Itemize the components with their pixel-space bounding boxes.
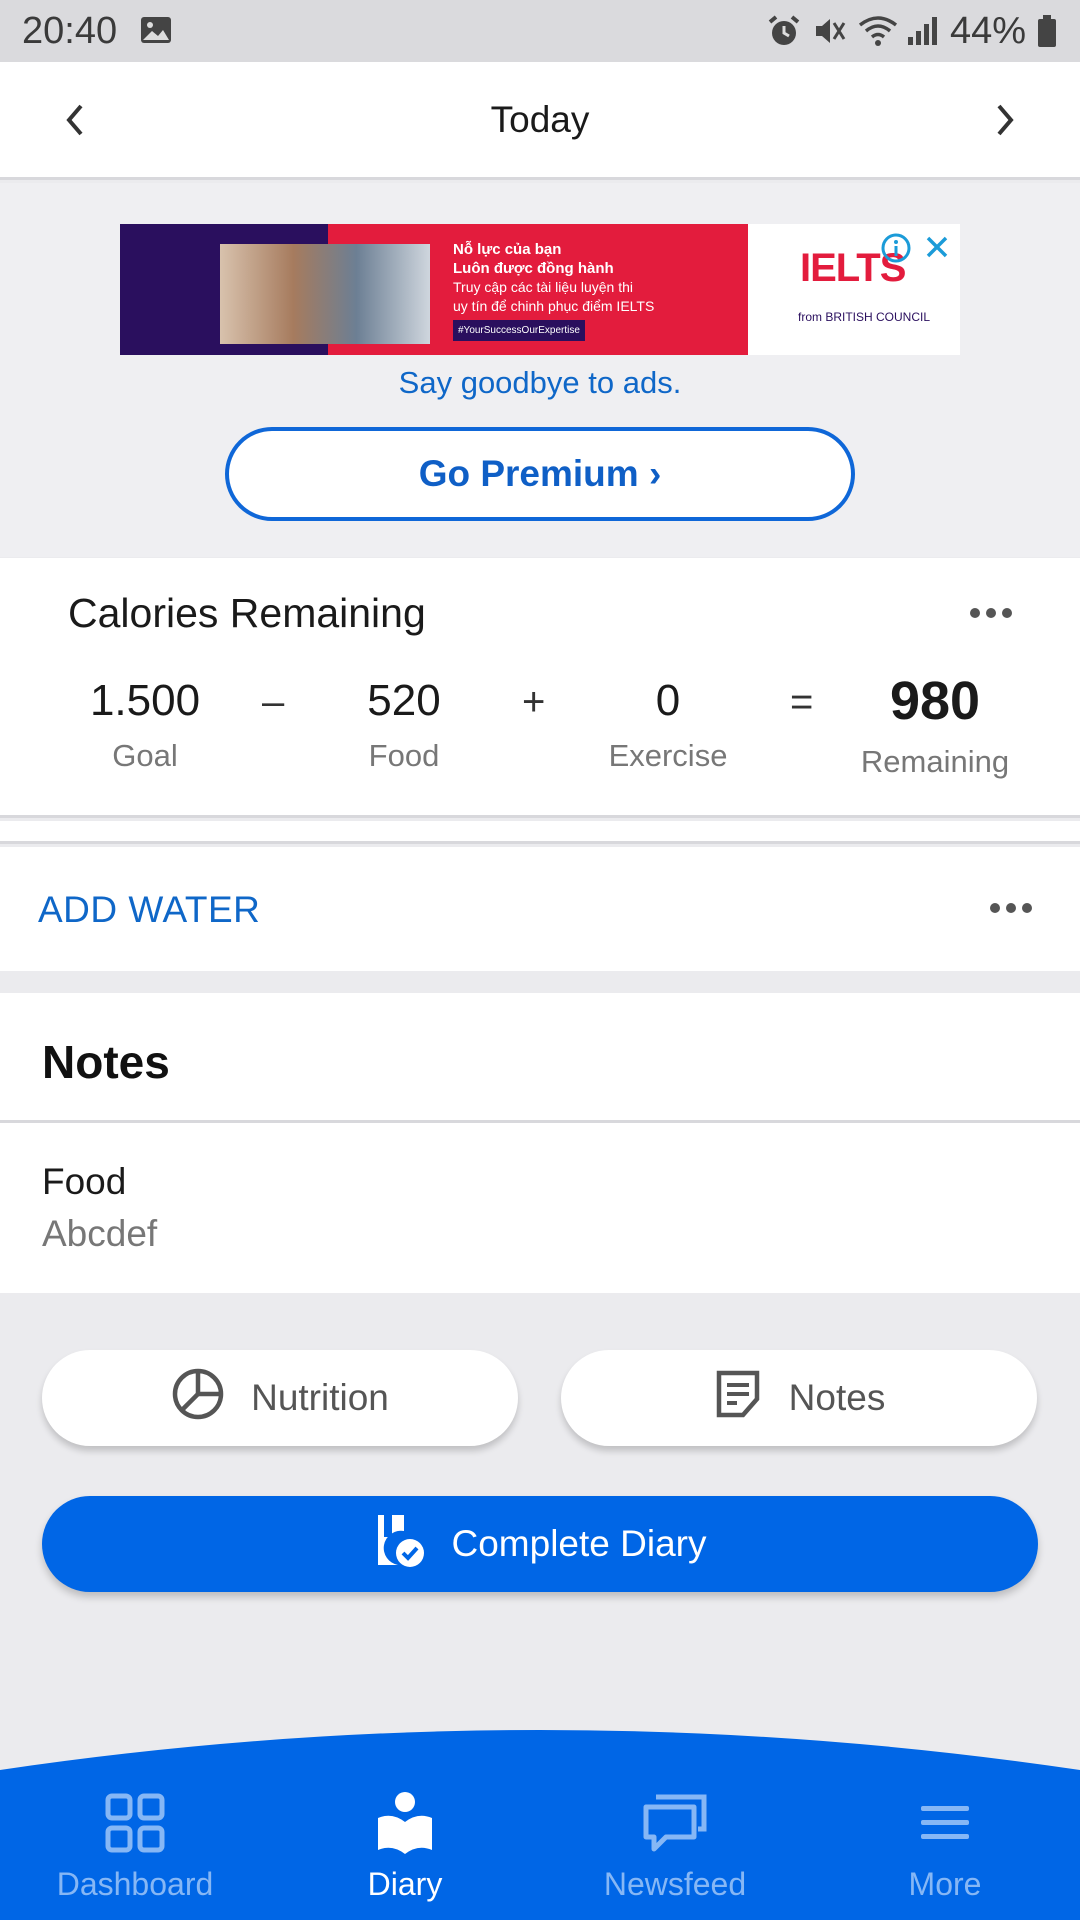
calories-remaining-card: Calories Remaining 1.500 Goal – 520 Food… xyxy=(0,558,1080,818)
calories-more-icon[interactable] xyxy=(970,608,1012,618)
remaining-value: 980 xyxy=(889,671,981,731)
note-text[interactable]: Abcdef xyxy=(42,1213,157,1255)
bottom-navigation: Dashboard Diary Newsfeed More xyxy=(0,1730,1080,1920)
complete-diary-icon xyxy=(374,1511,426,1578)
battery-icon xyxy=(1036,13,1058,49)
nav-more[interactable]: More xyxy=(810,1790,1080,1903)
exercise-value: 0 xyxy=(655,676,681,725)
ad-banner[interactable]: Nỗ lực của bạn Luôn được đồng hành Truy … xyxy=(120,224,960,355)
remaining-column: 980 Remaining xyxy=(850,671,1020,780)
status-bar: 20:40 44% xyxy=(0,0,1080,62)
water-more-icon[interactable] xyxy=(990,903,1032,913)
signal-icon xyxy=(904,13,940,49)
nav-diary[interactable]: Diary xyxy=(270,1790,540,1903)
nutrition-button[interactable]: Nutrition xyxy=(42,1350,518,1446)
food-column: 520 Food xyxy=(344,676,464,774)
notes-section: Notes Food Abcdef xyxy=(0,993,1080,1293)
newsfeed-icon xyxy=(540,1790,810,1856)
ad-free-link[interactable]: Say goodbye to ads. xyxy=(0,365,1080,401)
note-icon xyxy=(713,1369,763,1428)
food-label: Food xyxy=(368,738,440,773)
equals-operator: = xyxy=(790,680,814,724)
plus-operator: + xyxy=(522,680,546,724)
water-section: ADD WATER xyxy=(0,847,1080,971)
date-header: Today xyxy=(0,62,1080,180)
menu-icon xyxy=(810,1790,1080,1856)
note-category[interactable]: Food xyxy=(42,1161,126,1203)
food-value: 520 xyxy=(367,676,441,725)
ad-brand-panel: IELTS from BRITISH COUNCIL xyxy=(748,224,960,355)
battery-percent: 44% xyxy=(949,9,1026,52)
ad-section: Nỗ lực của bạn Luôn được đồng hành Truy … xyxy=(0,183,1080,557)
ad-close-icon[interactable] xyxy=(920,230,954,264)
next-day-button[interactable] xyxy=(978,92,1034,148)
ad-from: from BRITISH COUNCIL xyxy=(798,310,931,324)
nav-newsfeed-label: Newsfeed xyxy=(603,1866,747,1902)
mute-icon xyxy=(812,13,848,49)
calories-title: Calories Remaining xyxy=(68,590,426,636)
nav-more-label: More xyxy=(908,1866,982,1902)
ad-body-2: uy tín để chinh phục điểm IELTS xyxy=(453,298,655,314)
gallery-icon xyxy=(139,13,175,49)
alarm-icon xyxy=(766,13,802,49)
ad-photo xyxy=(220,244,430,344)
nutrition-label: Nutrition xyxy=(251,1377,389,1418)
ad-headline-1: Nỗ lực của bạn xyxy=(453,241,562,258)
ad-headline-2: Luôn được đồng hành xyxy=(453,260,614,277)
go-premium-button[interactable]: Go Premium › xyxy=(225,427,855,521)
page-title: Today xyxy=(490,98,590,140)
status-time: 20:40 xyxy=(22,9,118,52)
remaining-label: Remaining xyxy=(860,744,1010,779)
wifi-icon xyxy=(858,13,898,49)
add-water-button[interactable]: ADD WATER xyxy=(38,889,260,931)
previous-day-button[interactable] xyxy=(46,92,102,148)
complete-diary-label: Complete Diary xyxy=(451,1523,707,1564)
notes-heading: Notes xyxy=(42,1036,170,1088)
ad-left-panel xyxy=(120,224,430,355)
ad-info-icon[interactable] xyxy=(880,232,912,264)
complete-diary-button[interactable]: Complete Diary xyxy=(42,1496,1038,1592)
notes-button[interactable]: Notes xyxy=(561,1350,1037,1446)
notes-label: Notes xyxy=(788,1377,886,1418)
goal-column: 1.500 Goal xyxy=(82,676,208,774)
nav-dashboard-label: Dashboard xyxy=(56,1866,214,1902)
ad-body-1: Truy cập các tài liệu luyện thi xyxy=(453,279,634,295)
section-divider xyxy=(0,821,1080,844)
notes-divider xyxy=(0,1120,1080,1123)
diary-icon xyxy=(270,1790,540,1856)
status-icons: 44% xyxy=(766,10,1058,53)
nav-newsfeed[interactable]: Newsfeed xyxy=(540,1790,810,1903)
nav-diary-label: Diary xyxy=(367,1866,443,1902)
pie-chart-icon xyxy=(171,1367,225,1430)
nav-dashboard[interactable]: Dashboard xyxy=(0,1790,270,1903)
goal-label: Goal xyxy=(112,738,178,773)
exercise-column: 0 Exercise xyxy=(598,676,738,774)
minus-operator: – xyxy=(262,680,285,724)
goal-value: 1.500 xyxy=(89,676,201,725)
ad-hashtag: #YourSuccessOurExpertise xyxy=(453,320,585,341)
dashboard-icon xyxy=(0,1790,270,1856)
exercise-label: Exercise xyxy=(608,738,728,773)
